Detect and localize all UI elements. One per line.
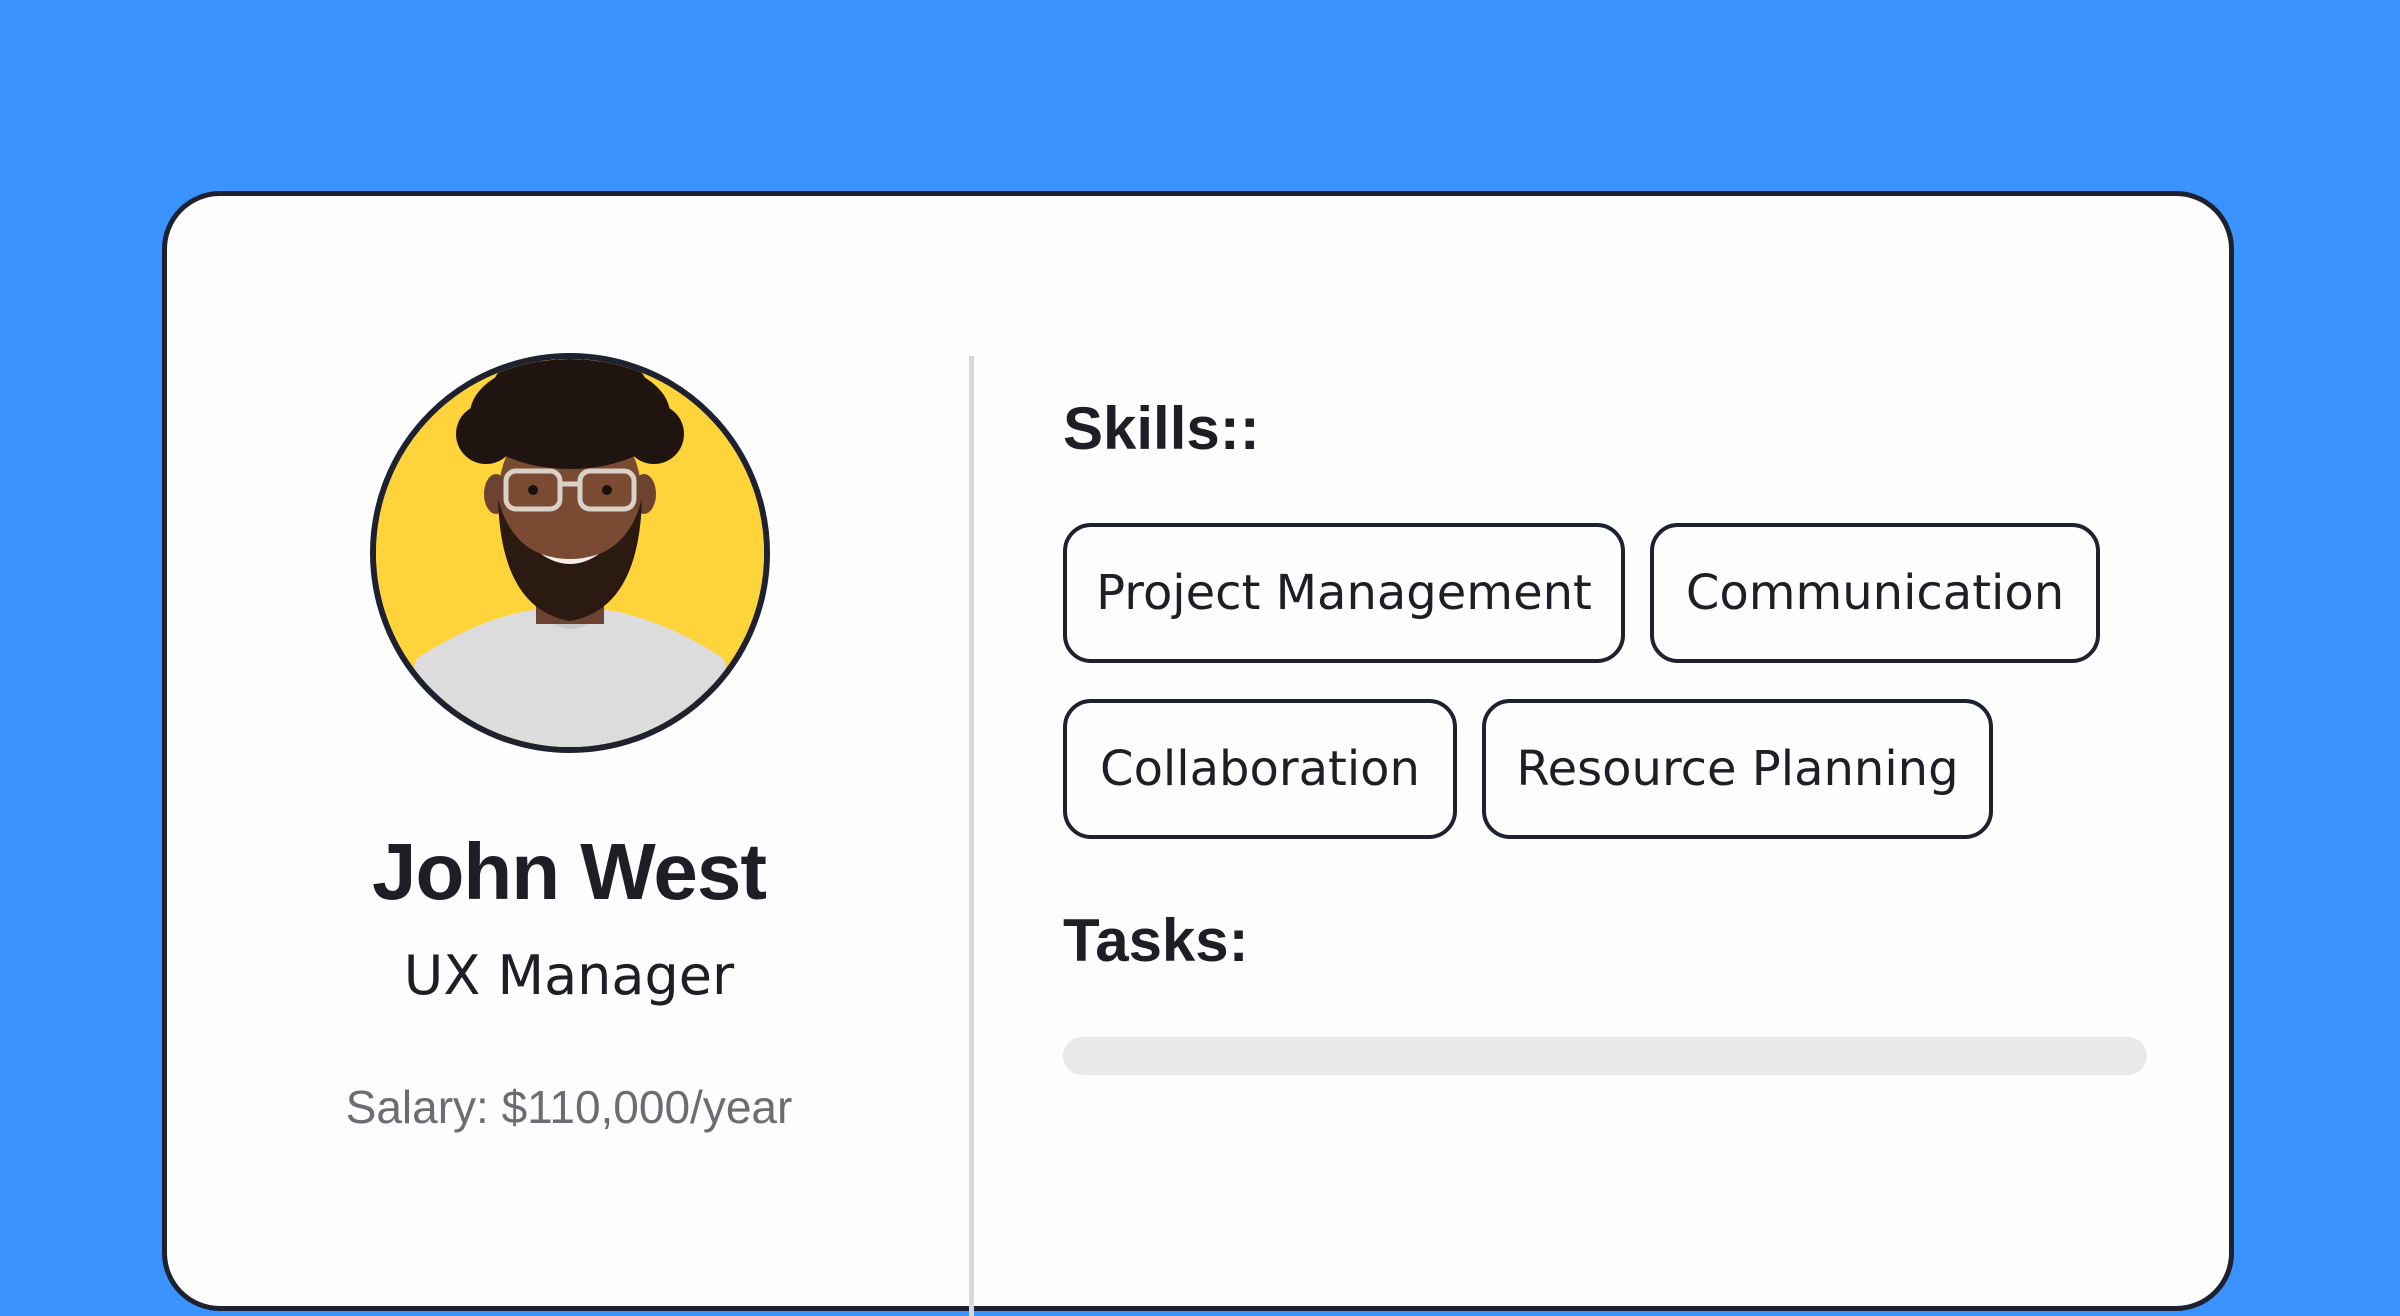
profile-name: John West: [371, 827, 767, 916]
profile-summary: John West UX Manager Salary: $110,000/ye…: [167, 196, 971, 1261]
tasks-progress-bar: [1063, 1037, 2147, 1075]
avatar-photo: [376, 359, 764, 747]
profile-salary: Salary: $110,000/year: [345, 1081, 793, 1133]
skill-chip[interactable]: Project Management: [1063, 523, 1625, 663]
profile-role: UX Manager: [403, 944, 735, 1007]
avatar: [370, 353, 770, 753]
skill-chip[interactable]: Communication: [1650, 523, 2100, 663]
skill-chip[interactable]: Collaboration: [1063, 699, 1457, 839]
skills-title: Skills::: [1063, 395, 1260, 462]
skill-chip[interactable]: Resource Planning: [1482, 699, 1993, 839]
tasks-title: Tasks:: [1063, 907, 1249, 974]
profile-card: John West UX Manager Salary: $110,000/ye…: [162, 191, 2234, 1316]
column-divider: [969, 356, 974, 1316]
